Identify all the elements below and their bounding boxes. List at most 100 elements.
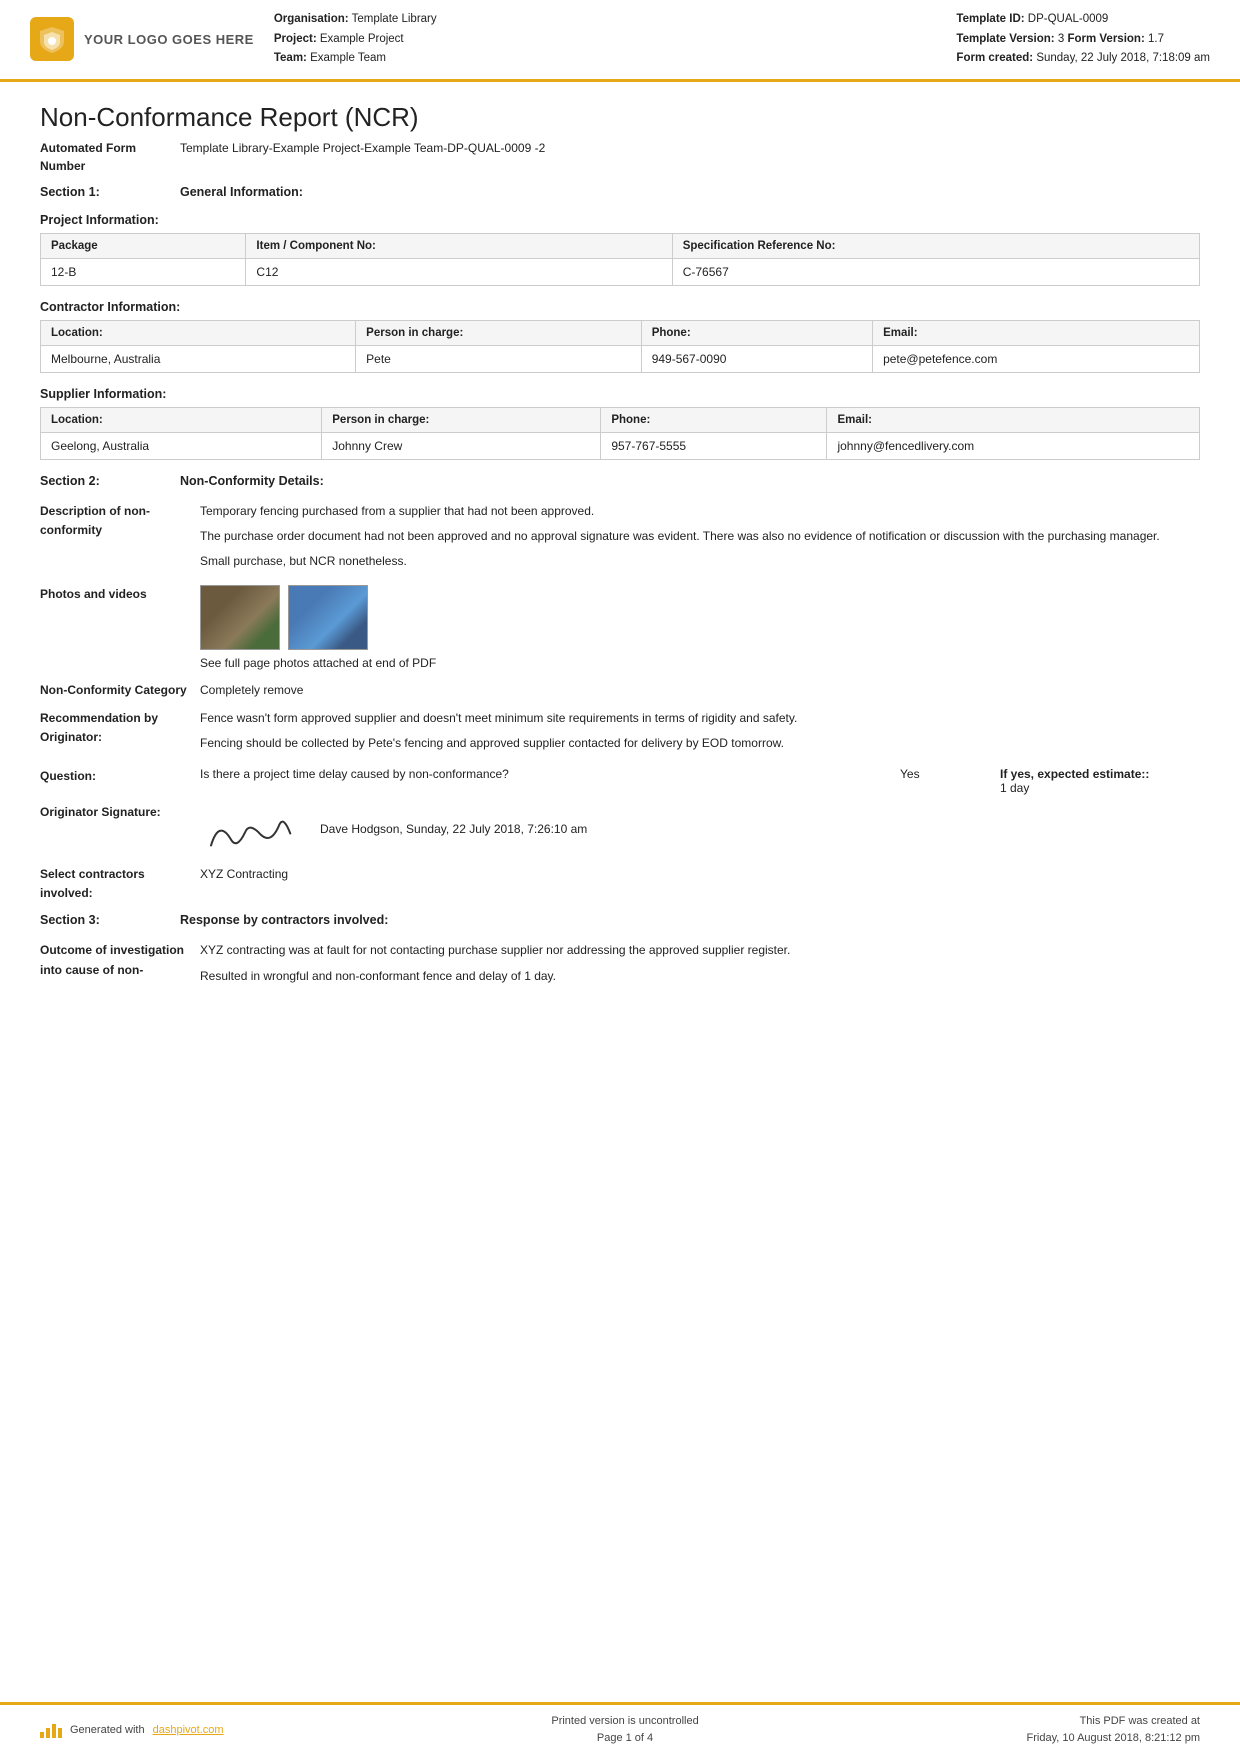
description-value: Temporary fencing purchased from a suppl…: [200, 502, 1200, 578]
footer-center-line1: Printed version is uncontrolled: [551, 1713, 698, 1730]
page: YOUR LOGO GOES HERE Organisation: Templa…: [0, 0, 1240, 1754]
contractor-info-table: Location: Person in charge: Phone: Email…: [40, 320, 1200, 373]
project-item-cell: C12: [246, 258, 672, 285]
organisation-line: Organisation: Template Library: [274, 10, 937, 30]
description-para-3: Small purchase, but NCR nonetheless.: [200, 552, 1200, 571]
generated-text: Generated with: [70, 1724, 145, 1736]
contractor-location-cell: Melbourne, Australia: [41, 345, 356, 372]
project-spec-cell: C-76567: [672, 258, 1199, 285]
description-para-2: The purchase order document had not been…: [200, 527, 1200, 546]
template-id-line: Template ID: DP-QUAL-0009: [956, 10, 1210, 30]
section3-label: Section 3:: [40, 913, 160, 927]
footer-right-line1: This PDF was created at: [1027, 1713, 1200, 1730]
project-col-spec: Specification Reference No:: [672, 233, 1199, 258]
description-row: Description of non-conformity Temporary …: [40, 502, 1200, 578]
supplier-email-cell: johnny@fencedlivery.com: [827, 432, 1200, 459]
question-row: Question: Is there a project time delay …: [40, 767, 1200, 795]
template-version-line: Template Version: 3 Form Version: 1.7: [956, 30, 1210, 50]
project-info-title: Project Information:: [40, 213, 1200, 227]
contractor-email-cell: pete@petefence.com: [873, 345, 1200, 372]
photos-label: Photos and videos: [40, 585, 200, 673]
form-created-line: Form created: Sunday, 22 July 2018, 7:18…: [956, 49, 1210, 69]
recommendation-para-1: Fence wasn't form approved supplier and …: [200, 709, 1200, 728]
signature-label: Originator Signature:: [40, 803, 200, 857]
footer: Generated with dashpivot.com Printed ver…: [0, 1702, 1240, 1754]
signature-area: Dave Hodgson, Sunday, 22 July 2018, 7:26…: [200, 803, 1200, 857]
footer-bars-icon: [40, 1722, 62, 1738]
bar-3: [52, 1724, 56, 1738]
section3-title: Response by contractors involved:: [180, 913, 388, 927]
form-number-label: Automated Form Number: [40, 139, 180, 175]
contractor-info-row: Melbourne, Australia Pete 949-567-0090 p…: [41, 345, 1200, 372]
photos-thumbs: [200, 585, 1200, 650]
recommendation-row: Recommendation by Originator: Fence wasn…: [40, 709, 1200, 759]
section1-label: Section 1:: [40, 185, 160, 199]
header-right: Template ID: DP-QUAL-0009 Template Versi…: [956, 10, 1210, 69]
form-number-row: Automated Form Number Template Library-E…: [40, 139, 1200, 175]
supplier-col-location: Location:: [41, 407, 322, 432]
photo-thumbnail-2: [288, 585, 368, 650]
outcome-label: Outcome of investigation into cause of n…: [40, 941, 200, 991]
project-col-package: Package: [41, 233, 246, 258]
description-para-1: Temporary fencing purchased from a suppl…: [200, 502, 1200, 521]
supplier-location-cell: Geelong, Australia: [41, 432, 322, 459]
section1-header: Section 1: General Information:: [40, 185, 1200, 199]
supplier-col-phone: Phone:: [601, 407, 827, 432]
category-label: Non-Conformity Category: [40, 681, 200, 700]
footer-left: Generated with dashpivot.com: [40, 1722, 224, 1738]
section3-header: Section 3: Response by contractors invol…: [40, 913, 1200, 927]
contractor-person-cell: Pete: [356, 345, 642, 372]
photos-caption: See full page photos attached at end of …: [200, 654, 1200, 673]
header: YOUR LOGO GOES HERE Organisation: Templa…: [0, 0, 1240, 82]
footer-right-line2: Friday, 10 August 2018, 8:21:12 pm: [1027, 1730, 1200, 1747]
outcome-row: Outcome of investigation into cause of n…: [40, 941, 1200, 991]
supplier-person-cell: Johnny Crew: [322, 432, 601, 459]
signature-details: Dave Hodgson, Sunday, 22 July 2018, 7:26…: [320, 820, 587, 839]
photos-row: Photos and videos See full page photos a…: [40, 585, 1200, 673]
supplier-info-title: Supplier Information:: [40, 387, 1200, 401]
question-text: Is there a project time delay caused by …: [200, 767, 860, 795]
signature-svg: [198, 803, 302, 862]
bar-2: [46, 1728, 50, 1738]
outcome-value: XYZ contracting was at fault for not con…: [200, 941, 1200, 991]
outcome-para-1: XYZ contracting was at fault for not con…: [200, 941, 1200, 960]
estimate-value: 1 day: [1000, 781, 1029, 795]
supplier-info-table: Location: Person in charge: Phone: Email…: [40, 407, 1200, 460]
contractor-info-title: Contractor Information:: [40, 300, 1200, 314]
supplier-info-row: Geelong, Australia Johnny Crew 957-767-5…: [41, 432, 1200, 459]
contractor-col-phone: Phone:: [641, 320, 872, 345]
category-value: Completely remove: [200, 681, 1200, 700]
dashpivot-link[interactable]: dashpivot.com: [153, 1724, 224, 1736]
supplier-col-person: Person in charge:: [322, 407, 601, 432]
supplier-phone-cell: 957-767-5555: [601, 432, 827, 459]
footer-right: This PDF was created at Friday, 10 Augus…: [1027, 1713, 1200, 1746]
contractor-col-email: Email:: [873, 320, 1200, 345]
contractors-row: Select contractors involved: XYZ Contrac…: [40, 865, 1200, 903]
recommendation-para-2: Fencing should be collected by Pete's fe…: [200, 734, 1200, 753]
header-meta: Organisation: Template Library Project: …: [274, 10, 937, 69]
contractor-col-location: Location:: [41, 320, 356, 345]
contractors-value: XYZ Contracting: [200, 865, 1200, 903]
question-content: Is there a project time delay caused by …: [200, 767, 1200, 795]
photos-value: See full page photos attached at end of …: [200, 585, 1200, 673]
signature-value: Dave Hodgson, Sunday, 22 July 2018, 7:26…: [200, 803, 1200, 857]
footer-page-number: Page 1 of 4: [551, 1730, 698, 1747]
contractor-phone-cell: 949-567-0090: [641, 345, 872, 372]
project-package-cell: 12-B: [41, 258, 246, 285]
form-number-value: Template Library-Example Project-Example…: [180, 139, 545, 175]
outcome-para-2: Resulted in wrongful and non-conformant …: [200, 967, 1200, 986]
question-label: Question:: [40, 767, 200, 795]
project-info-row: 12-B C12 C-76567: [41, 258, 1200, 285]
team-line: Team: Example Team: [274, 49, 937, 69]
category-row: Non-Conformity Category Completely remov…: [40, 681, 1200, 700]
logo-area: YOUR LOGO GOES HERE: [30, 10, 254, 69]
logo-text: YOUR LOGO GOES HERE: [84, 32, 254, 47]
supplier-col-email: Email:: [827, 407, 1200, 432]
description-label: Description of non-conformity: [40, 502, 200, 578]
photo-thumbnail-1: [200, 585, 280, 650]
bar-4: [58, 1728, 62, 1738]
footer-center: Printed version is uncontrolled Page 1 o…: [551, 1713, 698, 1746]
question-estimate: If yes, expected estimate:: 1 day: [1000, 767, 1200, 795]
project-info-table: Package Item / Component No: Specificati…: [40, 233, 1200, 286]
section2-title: Non-Conformity Details:: [180, 474, 324, 488]
